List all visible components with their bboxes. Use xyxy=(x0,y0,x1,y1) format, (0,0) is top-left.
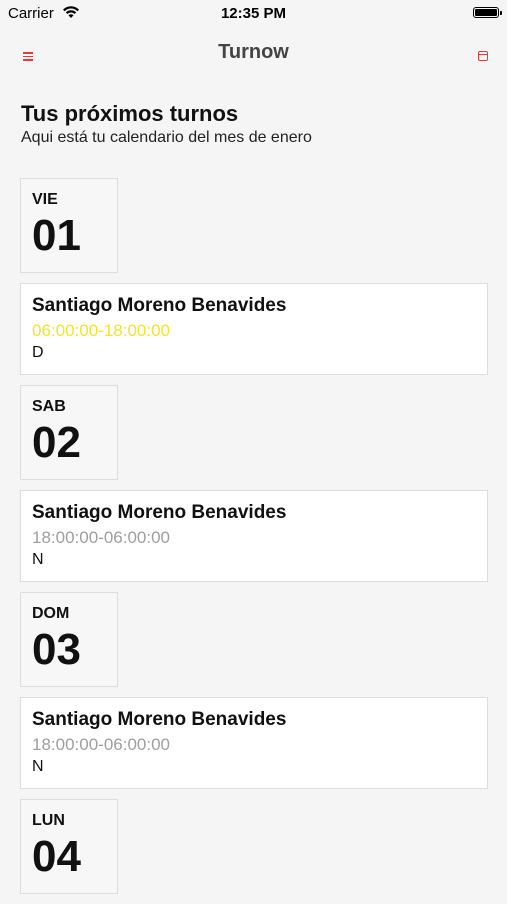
navigation-bar: Turnow xyxy=(0,30,507,74)
day-of-week: SAB xyxy=(32,398,66,415)
day-number: 04 xyxy=(32,832,81,881)
day-number: 03 xyxy=(32,625,81,674)
shift-card[interactable]: Santiago Moreno Benavides 18:00:00-06:00:… xyxy=(20,697,488,789)
shift-list: VIE 01 Santiago Moreno Benavides 06:00:00-1… xyxy=(20,178,488,904)
shift-hours: 18:00:00-06:00:00 xyxy=(32,735,171,754)
shift-hours: 06:00:00-18:00:00 xyxy=(32,321,171,340)
shift-hours: 18:00:00-06:00:00 xyxy=(32,528,171,547)
day-header: VIE 01 xyxy=(20,178,118,273)
day-header: LUN 04 xyxy=(20,799,118,894)
shift-card[interactable]: Santiago Moreno Benavides 18:00:00-06:00:… xyxy=(20,490,488,582)
clock: 12:35 PM xyxy=(220,5,287,22)
day-of-week: VIE xyxy=(32,191,58,208)
shift-code: D xyxy=(32,344,44,361)
shift-card[interactable]: Santiago Moreno Benavides 06:00:00-18:00:… xyxy=(20,283,488,375)
day-header: SAB 02 xyxy=(20,385,118,480)
day-of-week: DOM xyxy=(32,605,70,622)
day-header: DOM 03 xyxy=(20,592,118,687)
battery-icon xyxy=(473,7,502,18)
status-bar: Carrier 12:35 PM xyxy=(0,0,507,28)
employee-name: Santiago Moreno Benavides xyxy=(32,295,287,316)
page-header: Tus próximos turnos Aqui está tu calenda… xyxy=(21,101,491,147)
calendar-icon[interactable] xyxy=(478,51,488,61)
day-number: 02 xyxy=(32,418,81,467)
app-title: Turnow xyxy=(218,41,289,63)
employee-name: Santiago Moreno Benavides xyxy=(32,709,287,730)
employee-name: Santiago Moreno Benavides xyxy=(32,502,287,523)
page-title: Tus próximos turnos xyxy=(21,101,239,126)
day-of-week: LUN xyxy=(32,812,65,829)
page-subtitle: Aqui está tu calendario del mes de enero xyxy=(21,129,312,146)
shift-code: N xyxy=(32,758,44,775)
day-number: 01 xyxy=(32,211,81,260)
shift-code: N xyxy=(32,551,44,568)
